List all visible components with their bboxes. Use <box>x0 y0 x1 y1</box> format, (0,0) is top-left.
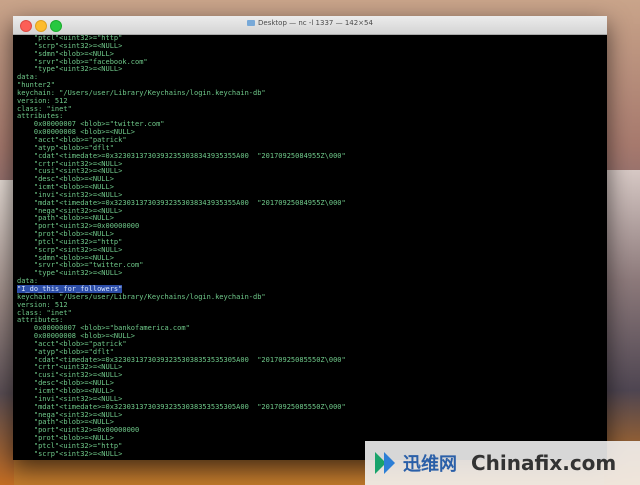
terminal-line: data: <box>17 73 39 82</box>
terminal-line: "type"<uint32>=<NULL> <box>17 65 123 74</box>
terminal-line: class: "inet" <box>17 308 72 317</box>
terminal-line: keychain: "/Users/user/Library/Keychains… <box>17 292 266 301</box>
window-title: Desktop — nc -l 1337 — 142×54 <box>13 19 607 27</box>
terminal-line: "type"<uint32>=<NULL> <box>17 269 123 278</box>
terminal-line: version: 512 <box>17 96 68 105</box>
watermark: 迅维网 Chinafix.com <box>365 441 640 485</box>
terminal-window: Desktop — nc -l 1337 — 142×54 "ptcl"<uin… <box>13 16 607 460</box>
chinafix-logo-icon <box>375 452 397 474</box>
folder-icon <box>247 20 256 26</box>
title-bar[interactable]: Desktop — nc -l 1337 — 142×54 <box>13 16 607 35</box>
terminal-line: keychain: "/Users/user/Library/Keychains… <box>17 88 266 97</box>
terminal-line: class: "inet" <box>17 104 72 113</box>
terminal-line: version: 512 <box>17 300 68 309</box>
watermark-cn: 迅维网 <box>403 454 457 475</box>
terminal-output[interactable]: "ptcl"<uint32>="http" "scrp"<sint32>=<NU… <box>17 35 603 460</box>
watermark-en: Chinafix.com <box>471 451 617 475</box>
wallpaper-right <box>604 170 640 485</box>
wallpaper-left <box>0 180 14 485</box>
selected-text[interactable]: "I_do_this_for_followers" <box>17 285 123 293</box>
